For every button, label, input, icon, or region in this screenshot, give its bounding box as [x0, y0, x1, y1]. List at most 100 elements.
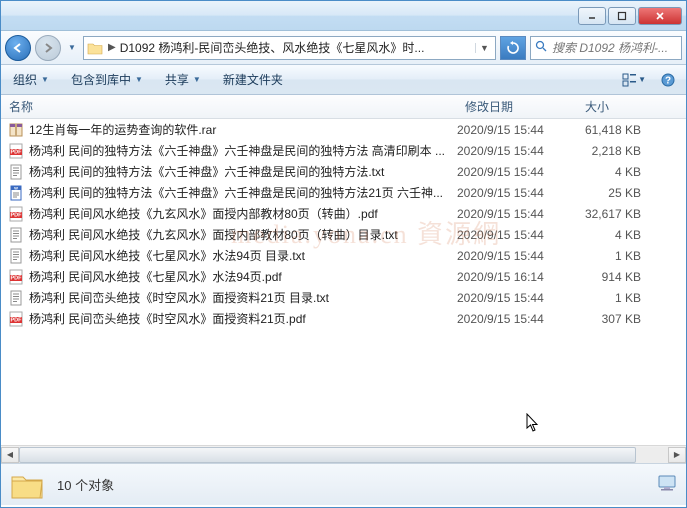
file-name: 杨鸿利 民间的独特方法《六壬神盘》六壬神盘是民间的独特方法 高清印刷本 ...	[29, 142, 457, 159]
svg-text:W: W	[14, 185, 18, 190]
svg-text:PDF: PDF	[11, 275, 23, 281]
txt-file-icon	[7, 226, 25, 244]
titlebar	[1, 1, 686, 31]
column-header-size[interactable]: 大小	[577, 95, 657, 118]
share-label: 共享	[165, 71, 189, 88]
file-row[interactable]: W 杨鸿利 民间的独特方法《六壬神盘》六壬神盘是民间的独特方法21页 六壬神...…	[1, 182, 686, 203]
file-name: 12生肖每一年的运势查询的软件.rar	[29, 121, 457, 138]
search-input[interactable]	[552, 41, 677, 55]
cursor-icon	[526, 413, 540, 436]
file-date: 2020/9/15 15:44	[457, 249, 577, 263]
file-size: 914 KB	[577, 270, 649, 284]
file-name: 杨鸿利 民间峦头绝技《时空风水》面授资料21页.pdf	[29, 310, 457, 327]
txt-file-icon	[7, 289, 25, 307]
file-date: 2020/9/15 15:44	[457, 123, 577, 137]
txt-file-icon	[7, 163, 25, 181]
file-name: 杨鸿利 民间峦头绝技《时空风水》面授资料21页 目录.txt	[29, 289, 457, 306]
file-row[interactable]: 12生肖每一年的运势查询的软件.rar2020/9/15 15:4461,418…	[1, 119, 686, 140]
scroll-thumb[interactable]	[19, 447, 636, 463]
file-row[interactable]: 杨鸿利 民间的独特方法《六壬神盘》六壬神盘是民间的独特方法.txt2020/9/…	[1, 161, 686, 182]
chevron-down-icon: ▼	[193, 75, 201, 84]
file-name: 杨鸿利 民间风水绝技《九玄风水》面授内部教材80页（转曲）目录.txt	[29, 226, 457, 243]
file-date: 2020/9/15 15:44	[457, 207, 577, 221]
file-row[interactable]: PDF 杨鸿利 民间峦头绝技《时空风水》面授资料21页.pdf2020/9/15 …	[1, 308, 686, 329]
back-button[interactable]	[5, 35, 31, 61]
file-date: 2020/9/15 15:44	[457, 165, 577, 179]
file-name: 杨鸿利 民间风水绝技《七星风水》水法94页 目录.txt	[29, 247, 457, 264]
new-folder-button[interactable]: 新建文件夹	[217, 68, 289, 91]
organize-label: 组织	[13, 71, 37, 88]
column-header-name[interactable]: 名称	[1, 95, 457, 118]
chevron-down-icon: ▼	[135, 75, 143, 84]
pdf-file-icon: PDF	[7, 268, 25, 286]
file-row[interactable]: 杨鸿利 民间风水绝技《七星风水》水法94页 目录.txt2020/9/15 15…	[1, 245, 686, 266]
search-icon	[535, 40, 548, 56]
toolbar: 组织 ▼ 包含到库中 ▼ 共享 ▼ 新建文件夹 ▼ ?	[1, 65, 686, 95]
forward-button[interactable]	[35, 35, 61, 61]
txt-file-icon	[7, 247, 25, 265]
file-row[interactable]: PDF 杨鸿利 民间风水绝技《七星风水》水法94页.pdf2020/9/15 16…	[1, 266, 686, 287]
svg-text:PDF: PDF	[11, 212, 23, 218]
file-date: 2020/9/15 15:44	[457, 228, 577, 242]
file-size: 1 KB	[577, 249, 649, 263]
rar-file-icon	[7, 121, 25, 139]
address-text: D1092 杨鸿利-民间峦头绝技、风水绝技《七星风水》时...	[120, 39, 471, 56]
file-row[interactable]: 杨鸿利 民间风水绝技《九玄风水》面授内部教材80页（转曲）目录.txt2020/…	[1, 224, 686, 245]
file-name: 杨鸿利 民间的独特方法《六壬神盘》六壬神盘是民间的独特方法.txt	[29, 163, 457, 180]
scroll-left-button[interactable]: ◀	[1, 447, 19, 463]
address-bar[interactable]: ▶ D1092 杨鸿利-民间峦头绝技、风水绝技《七星风水》时... ▼	[83, 36, 496, 60]
include-library-menu[interactable]: 包含到库中 ▼	[65, 68, 149, 91]
status-bar: 10 个对象	[1, 463, 686, 505]
share-menu[interactable]: 共享 ▼	[159, 68, 207, 91]
file-size: 307 KB	[577, 312, 649, 326]
file-date: 2020/9/15 16:14	[457, 270, 577, 284]
file-row[interactable]: PDF 杨鸿利 民间的独特方法《六壬神盘》六壬神盘是民间的独特方法 高清印刷本 .…	[1, 140, 686, 161]
scroll-right-button[interactable]: ▶	[668, 447, 686, 463]
pdf-file-icon: PDF	[7, 205, 25, 223]
file-row[interactable]: 杨鸿利 民间峦头绝技《时空风水》面授资料21页 目录.txt2020/9/15 …	[1, 287, 686, 308]
file-date: 2020/9/15 15:44	[457, 144, 577, 158]
file-name: 杨鸿利 民间的独特方法《六壬神盘》六壬神盘是民间的独特方法21页 六壬神...	[29, 184, 457, 201]
svg-text:PDF: PDF	[11, 317, 23, 323]
file-name: 杨鸿利 民间风水绝技《九玄风水》面授内部教材80页（转曲）.pdf	[29, 205, 457, 222]
file-size: 4 KB	[577, 165, 649, 179]
svg-text:?: ?	[665, 75, 671, 86]
scroll-track[interactable]	[19, 447, 668, 463]
doc-file-icon: W	[7, 184, 25, 202]
svg-text:PDF: PDF	[11, 149, 23, 155]
history-dropdown[interactable]: ▼	[65, 43, 79, 52]
col-name-label: 名称	[9, 98, 33, 115]
address-dropdown[interactable]: ▼	[475, 43, 493, 53]
refresh-button[interactable]	[500, 36, 526, 60]
file-name: 杨鸿利 民间风水绝技《七星风水》水法94页.pdf	[29, 268, 457, 285]
search-box[interactable]	[530, 36, 682, 60]
horizontal-scrollbar[interactable]: ◀ ▶	[1, 445, 686, 463]
organize-menu[interactable]: 组织 ▼	[7, 68, 55, 91]
status-count: 10 个对象	[57, 475, 114, 494]
minimize-button[interactable]	[578, 7, 606, 25]
include-label: 包含到库中	[71, 71, 131, 88]
file-size: 61,418 KB	[577, 123, 649, 137]
address-chevron-icon: ▶	[108, 42, 116, 53]
file-date: 2020/9/15 15:44	[457, 312, 577, 326]
folder-icon	[86, 39, 104, 57]
help-button[interactable]: ?	[656, 69, 680, 91]
view-options-button[interactable]: ▼	[622, 69, 646, 91]
file-size: 25 KB	[577, 186, 649, 200]
file-row[interactable]: PDF 杨鸿利 民间风水绝技《九玄风水》面授内部教材80页（转曲）.pdf2020…	[1, 203, 686, 224]
navbar: ▼ ▶ D1092 杨鸿利-民间峦头绝技、风水绝技《七星风水》时... ▼	[1, 31, 686, 65]
computer-icon	[656, 474, 678, 495]
column-header-date[interactable]: 修改日期	[457, 95, 577, 118]
file-size: 4 KB	[577, 228, 649, 242]
file-date: 2020/9/15 15:44	[457, 186, 577, 200]
close-button[interactable]	[638, 7, 682, 25]
column-header-row: 名称 修改日期 大小	[1, 95, 686, 119]
folder-icon	[9, 469, 45, 501]
file-size: 2,218 KB	[577, 144, 649, 158]
maximize-button[interactable]	[608, 7, 636, 25]
chevron-down-icon: ▼	[41, 75, 49, 84]
col-size-label: 大小	[585, 98, 609, 115]
pdf-file-icon: PDF	[7, 142, 25, 160]
newfolder-label: 新建文件夹	[223, 71, 283, 88]
file-size: 1 KB	[577, 291, 649, 305]
